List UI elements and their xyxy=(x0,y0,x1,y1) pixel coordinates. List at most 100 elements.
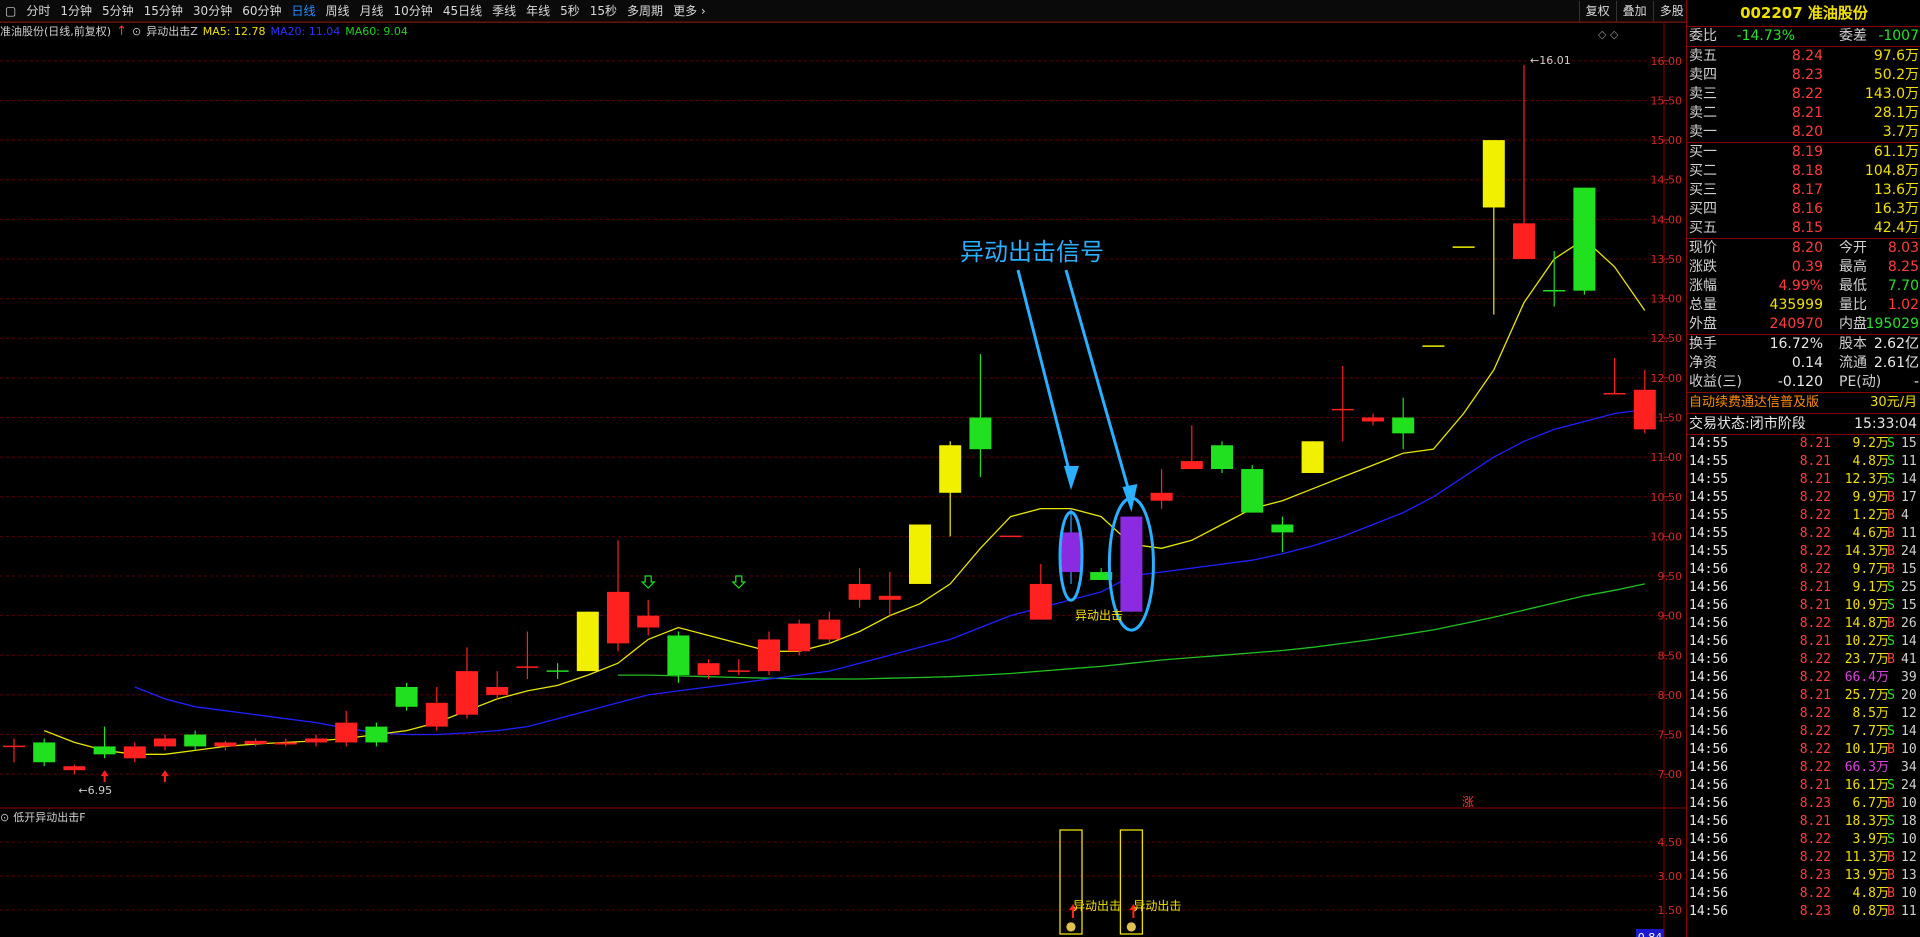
sell-order-row: 卖二 8.21 28.1万 xyxy=(1687,104,1920,123)
order-price: 8.20 xyxy=(1791,124,1823,140)
order-volume: 50.2万 xyxy=(1873,67,1919,83)
tick-volume: 1.2万 xyxy=(1852,508,1889,523)
tick-side: S xyxy=(1887,634,1895,649)
order-label: 买四 xyxy=(1689,201,1717,217)
low-price-label: ←6.95 xyxy=(78,784,112,797)
tick-count: 4 xyxy=(1901,508,1909,523)
stat-label: PE(动) xyxy=(1839,374,1882,390)
fund-row: 净资 0.14 流通 2.61亿 xyxy=(1687,354,1920,373)
buy-order-row: 买一 8.19 61.1万 xyxy=(1687,143,1920,162)
order-volume: 104.8万 xyxy=(1864,163,1919,179)
tick-count: 20 xyxy=(1901,688,1917,703)
tick-price: 8.21 xyxy=(1799,580,1831,595)
candle xyxy=(1029,564,1052,620)
tick-count: 34 xyxy=(1901,760,1917,775)
order-label: 卖一 xyxy=(1689,124,1717,140)
sub-tick-label: 1.50 xyxy=(1658,904,1683,917)
tick-count: 24 xyxy=(1901,778,1917,793)
kline-chart[interactable]: 16.00 15.50 15.00 14.50 14.00 13.50 13.00 12.50… xyxy=(0,0,1686,937)
quote-row: 涨跌 0.39 最高 8.25 xyxy=(1687,258,1920,277)
stat-label: 净资 xyxy=(1689,355,1717,371)
candle xyxy=(1301,441,1324,473)
candle xyxy=(1362,413,1384,426)
candle xyxy=(3,738,25,763)
stat-label: 量比 xyxy=(1839,297,1867,313)
price-tick-label: 7.00 xyxy=(1658,768,1683,781)
annotation-arrowhead-1 xyxy=(1064,466,1079,490)
price-tick-label: 8.50 xyxy=(1658,649,1683,662)
sell-arrow-icon xyxy=(640,575,656,589)
tick-row: 14:56 8.23 6.7万 B 10 xyxy=(1687,795,1920,813)
stat-value: 0.39 xyxy=(1791,259,1823,275)
sub-value-text: 0.84 xyxy=(1638,931,1663,937)
money-bag-icon: ● xyxy=(1126,919,1136,933)
tick-row: 14:55 8.22 9.9万 B 17 xyxy=(1687,489,1920,507)
stock-name: 准油股份 xyxy=(1807,4,1868,22)
stat-label: 现价 xyxy=(1689,240,1717,256)
candle xyxy=(93,726,116,759)
tick-row: 14:56 8.21 18.3万 S 18 xyxy=(1687,813,1920,831)
tick-volume: 7.7万 xyxy=(1852,724,1889,739)
stat-value: 16.72% xyxy=(1769,336,1823,352)
tick-row: 14:56 8.21 9.1万 S 25 xyxy=(1687,579,1920,597)
tick-count: 14 xyxy=(1901,634,1917,649)
tick-time: 14:56 xyxy=(1689,796,1729,811)
price-tick-label: 8.00 xyxy=(1658,689,1683,702)
buy-order-row: 买二 8.18 104.8万 xyxy=(1687,162,1920,181)
tick-time: 14:56 xyxy=(1689,886,1729,901)
tick-count: 13 xyxy=(1901,868,1917,883)
quote-row: 总量 435999 量比 1.02 xyxy=(1687,296,1920,315)
tick-volume: 4.6万 xyxy=(1852,526,1889,541)
main-signal-label: 异动出击 xyxy=(1075,609,1123,623)
candle xyxy=(878,572,901,616)
tick-price: 8.23 xyxy=(1799,904,1831,919)
stat-value: 435999 xyxy=(1769,297,1823,313)
sell-order-row: 卖一 8.20 3.7万 xyxy=(1687,123,1920,142)
candle xyxy=(214,740,237,751)
candle xyxy=(1482,140,1505,315)
stat-value: 0.14 xyxy=(1791,355,1823,371)
tick-volume: 14.3万 xyxy=(1844,544,1889,559)
tick-price: 8.23 xyxy=(1799,796,1831,811)
state-time: 15:33:04 xyxy=(1854,416,1917,432)
tick-row: 14:56 8.21 10.2万 S 14 xyxy=(1687,633,1920,651)
tick-side: B xyxy=(1887,886,1895,901)
tick-volume: 18.3万 xyxy=(1844,814,1889,829)
tick-volume: 13.9万 xyxy=(1844,868,1889,883)
buy-arrow-icon xyxy=(100,770,109,783)
tick-time: 14:55 xyxy=(1689,454,1729,469)
limit-up-mark: 涨 xyxy=(1462,794,1474,809)
tick-side: B xyxy=(1887,508,1895,523)
tick-count: 41 xyxy=(1901,652,1917,667)
tick-row: 14:56 8.21 25.7万 S 20 xyxy=(1687,687,1920,705)
tick-volume: 10.9万 xyxy=(1844,598,1889,613)
order-volume: 28.1万 xyxy=(1873,105,1919,121)
tick-volume: 0.8万 xyxy=(1852,904,1889,919)
tick-count: 11 xyxy=(1901,904,1917,919)
candle xyxy=(63,764,86,775)
order-label: 卖四 xyxy=(1689,67,1717,83)
tick-count: 10 xyxy=(1901,742,1917,757)
buy-orders: 买一 8.19 61.1万 买二 8.18 104.8万 买三 8.17 13.6万 买四 8.16… xyxy=(1687,143,1920,239)
tick-volume: 10.2万 xyxy=(1844,634,1889,649)
tick-time: 14:56 xyxy=(1689,652,1729,667)
stock-header[interactable]: 002207 准油股份 xyxy=(1687,0,1920,27)
tick-list[interactable]: 14:55 8.21 9.2万 S 15 14:55 8.21 4.8万 S 11 14:55 8.2… xyxy=(1687,435,1920,921)
tick-time: 14:55 xyxy=(1689,526,1729,541)
tick-time: 14:56 xyxy=(1689,778,1729,793)
stat-value: 7.70 xyxy=(1887,278,1919,294)
weibi-value: -14.73% xyxy=(1736,28,1795,44)
tick-row: 14:55 8.21 12.3万 S 14 xyxy=(1687,471,1920,489)
tick-side: S xyxy=(1887,472,1895,487)
promo-banner[interactable]: 自动续费通达信普及版 30元/月 xyxy=(1687,393,1920,414)
tick-time: 14:56 xyxy=(1689,832,1729,847)
fund-row: 换手 16.72% 股本 2.62亿 xyxy=(1687,335,1920,354)
stat-value: 240970 xyxy=(1769,316,1823,332)
tick-row: 14:56 8.23 13.9万 B 13 xyxy=(1687,867,1920,885)
tick-price: 8.22 xyxy=(1799,544,1831,559)
tick-side: S xyxy=(1887,832,1895,847)
tick-side: B xyxy=(1887,652,1895,667)
candle xyxy=(1392,397,1415,450)
tick-time: 14:56 xyxy=(1689,814,1729,829)
quote-row: 涨幅 4.99% 最低 7.70 xyxy=(1687,277,1920,296)
